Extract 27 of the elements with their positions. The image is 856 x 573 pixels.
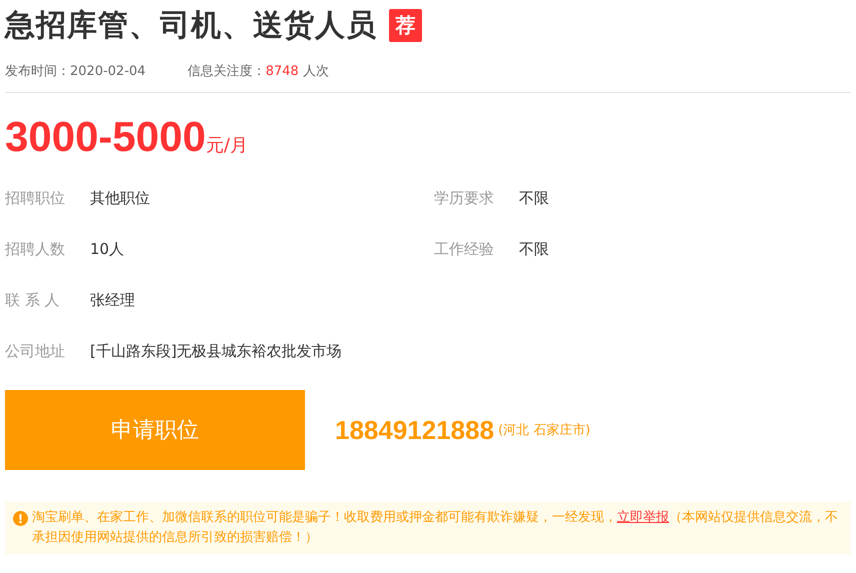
meta-label: 信息关注度：: [188, 64, 266, 79]
field-label: 学历要求: [434, 189, 495, 208]
field-value: 不限: [519, 240, 549, 259]
salary-unit: 元/月: [206, 134, 248, 157]
field-label: 招聘职位: [5, 189, 66, 208]
field-label: 招聘人数: [5, 240, 66, 259]
job-title: 急招库管、司机、送货人员: [5, 6, 377, 44]
report-link[interactable]: 立即举报: [617, 510, 669, 525]
field-value: 不限: [519, 189, 549, 208]
apply-button[interactable]: 申请职位: [5, 390, 305, 470]
meta-value: 2020-02-04: [70, 64, 146, 79]
field-value: [千山路东段]无极县城东裕农批发市场: [90, 342, 342, 361]
meta-value: 8748: [266, 64, 299, 79]
field-label: 工作经验: [434, 240, 495, 259]
field-label: 公司地址: [5, 342, 66, 361]
meta-suffix: 人次: [302, 64, 329, 79]
recommended-badge: 荐: [389, 8, 422, 42]
warning-icon: !: [13, 511, 28, 526]
field-label: 联 系 人: [5, 291, 61, 310]
phone-number: 18849121888: [335, 414, 494, 446]
meta-label: 发布时间：: [5, 64, 70, 79]
field-value: 10人: [90, 240, 124, 259]
phone-region: (河北 石家庄市): [498, 422, 590, 439]
notice-text: 淘宝刷单、在家工作、加微信联系的职位可能是骗子！收取费用或押金都可能有欺诈嫌疑，一经发现，立即举报（本网站仅提供信息交流，不承担因使用网站提供的信息所引致的损害赔偿！）: [32, 509, 839, 547]
field-value: 其他职位: [90, 189, 150, 208]
salary-amount: 3000-5000: [5, 113, 206, 161]
field-value: 张经理: [90, 291, 135, 310]
